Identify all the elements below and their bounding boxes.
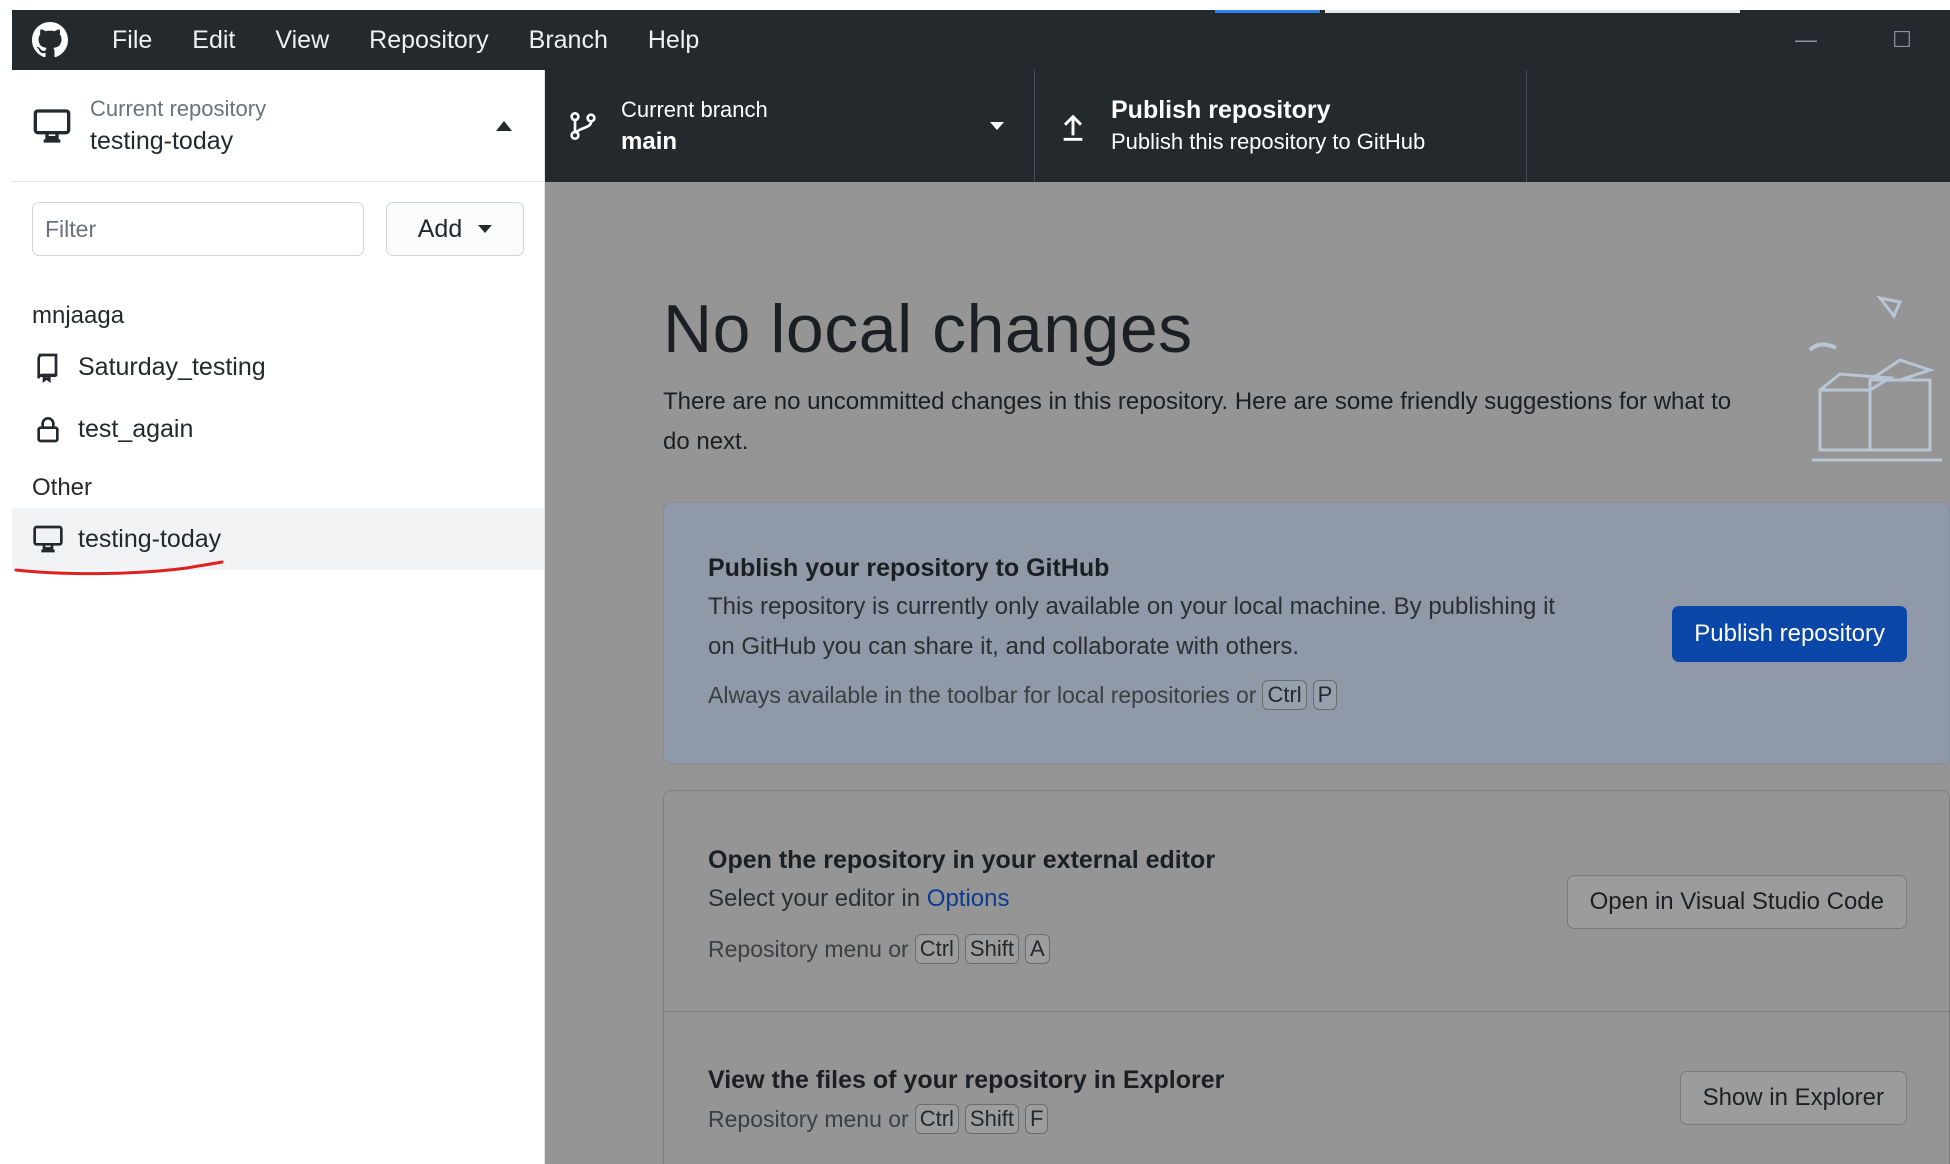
- current-branch-selector[interactable]: Current branch main: [545, 70, 1035, 182]
- publish-repository-toolbar-button[interactable]: Publish repository Publish this reposito…: [1035, 70, 1527, 182]
- illustration-decoration: [1808, 295, 1942, 462]
- card-description: This repository is currently only availa…: [708, 593, 1556, 660]
- card-title: Publish your repository to GitHub: [708, 554, 1110, 582]
- kbd-ctrl: Ctrl: [914, 1104, 959, 1134]
- computer-icon: [33, 525, 63, 553]
- upload-arrow-icon: [1063, 114, 1083, 141]
- add-button-label: Add: [417, 214, 463, 243]
- current-repository-label: Current repository: [90, 95, 267, 121]
- repo-icon: [37, 353, 58, 383]
- caret-up-icon: [496, 120, 512, 131]
- group-header-other: Other: [32, 474, 93, 501]
- card-hint-text: Always available in the toolbar for loca…: [708, 682, 1257, 708]
- page-description: There are no uncommitted changes in this…: [663, 388, 1732, 455]
- open-in-vscode-button[interactable]: Open in Visual Studio Code: [1566, 875, 1907, 929]
- kbd-p: P: [1312, 680, 1338, 710]
- menu-view[interactable]: View: [255, 10, 349, 70]
- repository-item-label: testing-today: [78, 524, 222, 553]
- group-header-mnjaaga: mnjaaga: [32, 302, 125, 329]
- card-hint-text: Repository menu or: [708, 1106, 909, 1132]
- github-logo-icon: [32, 22, 68, 58]
- kbd-shift: Shift: [964, 1104, 1019, 1134]
- menu-repository[interactable]: Repository: [349, 10, 509, 70]
- menu-edit[interactable]: Edit: [172, 10, 255, 70]
- card-title: Open the repository in your external edi…: [708, 846, 1216, 874]
- computer-icon: [33, 108, 71, 143]
- repository-item-label: Saturday_testing: [78, 352, 266, 381]
- options-link[interactable]: Options: [927, 885, 1010, 912]
- card-title: View the files of your repository in Exp…: [708, 1066, 1225, 1094]
- repository-item-testing-today[interactable]: testing-today: [12, 508, 544, 576]
- publish-repository-title: Publish repository: [1111, 96, 1331, 124]
- current-branch-label: Current branch: [621, 97, 768, 122]
- card-hint: Repository menu or Ctrl Shift A: [708, 929, 1588, 969]
- card-description: Select your editor in Options: [708, 879, 1588, 919]
- card-divider: [664, 1011, 1949, 1012]
- lock-icon: [37, 417, 59, 443]
- repository-filter-input[interactable]: [32, 202, 364, 256]
- menu-bar: File Edit View Repository Branch Help: [92, 10, 719, 70]
- window-controls: — ☐: [1758, 10, 1950, 70]
- show-in-explorer-button[interactable]: Show in Explorer: [1679, 1071, 1907, 1125]
- repository-item-saturday-testing[interactable]: Saturday_testing: [12, 336, 544, 398]
- card-hint: Always available in the toolbar for loca…: [708, 675, 1588, 715]
- kbd-shift: Shift: [964, 934, 1019, 964]
- publish-suggestion-card: Publish your repository to GitHub This r…: [663, 502, 1950, 764]
- maximize-button[interactable]: ☐: [1854, 10, 1950, 70]
- caret-down-icon: [478, 225, 493, 233]
- kbd-ctrl: Ctrl: [1262, 680, 1307, 710]
- titlebar-accent-light: [1325, 10, 1740, 13]
- current-branch-name: main: [621, 128, 678, 155]
- add-repository-button[interactable]: Add: [386, 202, 524, 256]
- publish-repository-subtitle: Publish this repository to GitHub: [1111, 129, 1426, 154]
- repository-sidebar: Current repository testing-today Add mnj…: [12, 70, 545, 1164]
- repository-item-test-again[interactable]: test_again: [12, 398, 544, 460]
- page-title: No local changes: [663, 291, 1193, 367]
- kbd-f: F: [1024, 1104, 1049, 1134]
- current-repository-selector[interactable]: Current repository testing-today: [12, 70, 544, 182]
- git-branch-icon: [570, 112, 596, 140]
- kbd-ctrl: Ctrl: [914, 934, 959, 964]
- title-bar: File Edit View Repository Branch Help — …: [12, 10, 1950, 70]
- titlebar-accent: [1215, 10, 1320, 13]
- publish-repository-button[interactable]: Publish repository: [1672, 606, 1907, 662]
- menu-branch[interactable]: Branch: [509, 10, 628, 70]
- suggestions-card-group: Open the repository in your external edi…: [663, 790, 1950, 1164]
- current-repository-name: testing-today: [90, 126, 234, 155]
- card-hint-text: Repository menu or: [708, 936, 909, 962]
- card-hint: Repository menu or Ctrl Shift F: [708, 1099, 1588, 1139]
- menu-file[interactable]: File: [92, 10, 172, 70]
- main-content: No local changes There are no uncommitte…: [545, 182, 1950, 1164]
- toolbar: Current branch main Publish repository P…: [545, 70, 1950, 182]
- card-description-text: Select your editor in: [708, 885, 921, 912]
- menu-help[interactable]: Help: [628, 10, 719, 70]
- repository-item-label: test_again: [78, 414, 194, 443]
- minimize-button[interactable]: —: [1758, 10, 1854, 70]
- caret-down-icon: [990, 122, 1004, 130]
- red-underline-annotation: [14, 560, 224, 576]
- kbd-a: A: [1024, 934, 1050, 964]
